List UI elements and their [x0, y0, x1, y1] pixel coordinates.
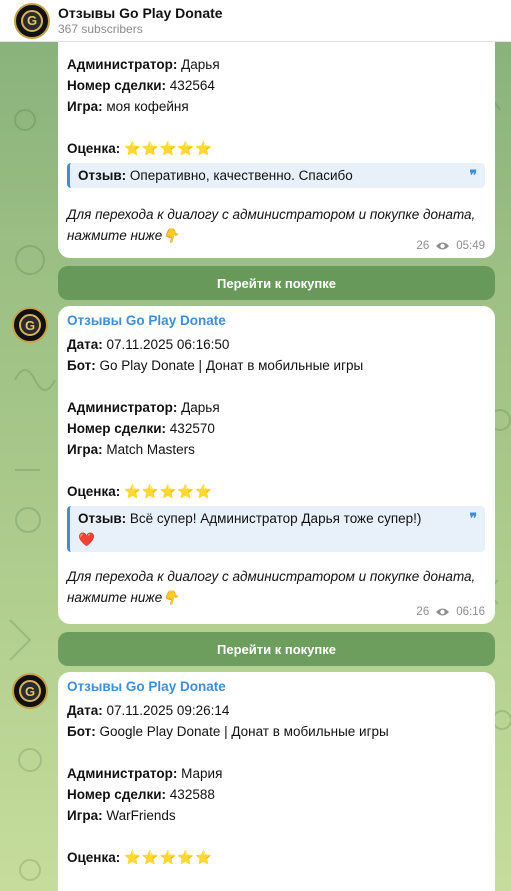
game-line: Игра: WarFriends — [67, 808, 176, 823]
admin-line: Администратор: Мария — [67, 766, 223, 781]
date-line: Дата: 07.11.2025 09:26:14 — [67, 703, 230, 718]
deal-line: Номер сделки: 432570 — [67, 421, 215, 436]
message-bubble[interactable]: Отзывы Go Play Donate Дата: 07.11.2025 0… — [58, 672, 495, 891]
message-time: 06:16 — [456, 606, 485, 618]
rating-stars: ⭐⭐⭐⭐⭐ — [124, 484, 214, 499]
bot-line: Бот: Go Play Donate | Донат в мобильные … — [67, 358, 364, 373]
footer-note-line1: Для перехода к диалогу с администратором… — [67, 207, 476, 222]
channel-avatar[interactable]: G — [12, 307, 48, 343]
quote-icon: ❞ — [469, 510, 477, 526]
channel-avatar[interactable]: G — [12, 673, 48, 709]
channel-header[interactable]: G Отзывы Go Play Donate 367 subscribers — [0, 0, 511, 42]
channel-avatar[interactable]: G — [14, 2, 50, 39]
message-meta: 26 05:49 — [416, 240, 485, 252]
sender-name[interactable]: Отзывы Go Play Donate — [67, 678, 485, 696]
admin-line: Администратор: Дарья — [67, 57, 220, 72]
subscriber-count: 367 subscribers — [58, 21, 143, 36]
footer-note-line1: Для перехода к диалогу с администратором… — [67, 569, 476, 584]
review-quote: Отзыв: Оперативно, качественно. Спасибо … — [67, 163, 485, 188]
rating-stars: ⭐⭐⭐⭐⭐ — [124, 850, 214, 865]
admin-line: Администратор: Дарья — [67, 400, 220, 415]
deal-line: Номер сделки: 432564 — [67, 78, 215, 93]
rating-line: Оценка: ⭐⭐⭐⭐⭐ — [67, 484, 214, 499]
bot-line: Бот: Google Play Donate | Донат в мобиль… — [67, 724, 389, 739]
sender-name[interactable]: Отзывы Go Play Donate — [67, 312, 485, 330]
view-count: 26 — [416, 240, 430, 252]
game-line: Игра: моя кофейня — [67, 99, 189, 114]
review-quote: Отзыв: Всё супер! Администратор Дарья то… — [67, 506, 485, 552]
heart-emoji: ❤️ — [78, 532, 95, 547]
footer-note-line2: нажмите ниже👇 — [67, 590, 180, 605]
view-count: 26 — [416, 606, 430, 618]
buy-button[interactable]: Перейти к покупке — [58, 632, 495, 666]
message-bubble[interactable]: Администратор: Дарья Номер сделки: 43256… — [58, 30, 495, 258]
quote-icon: ❞ — [469, 167, 477, 183]
message-meta: 26 06:16 — [416, 606, 485, 618]
message-time: 05:49 — [456, 240, 485, 252]
rating-line: Оценка: ⭐⭐⭐⭐⭐ — [67, 141, 214, 156]
deal-line: Номер сделки: 432588 — [67, 787, 215, 802]
buy-button[interactable]: Перейти к покупке — [58, 266, 495, 300]
date-line: Дата: 07.11.2025 06:16:50 — [67, 337, 230, 352]
rating-line: Оценка: ⭐⭐⭐⭐⭐ — [67, 850, 214, 865]
game-line: Игра: Match Masters — [67, 442, 195, 457]
eye-icon — [435, 607, 450, 617]
eye-icon — [435, 241, 450, 251]
message-bubble[interactable]: Отзывы Go Play Donate Дата: 07.11.2025 0… — [58, 306, 495, 624]
channel-title: Отзывы Go Play Donate — [58, 4, 223, 21]
rating-stars: ⭐⭐⭐⭐⭐ — [124, 141, 214, 156]
